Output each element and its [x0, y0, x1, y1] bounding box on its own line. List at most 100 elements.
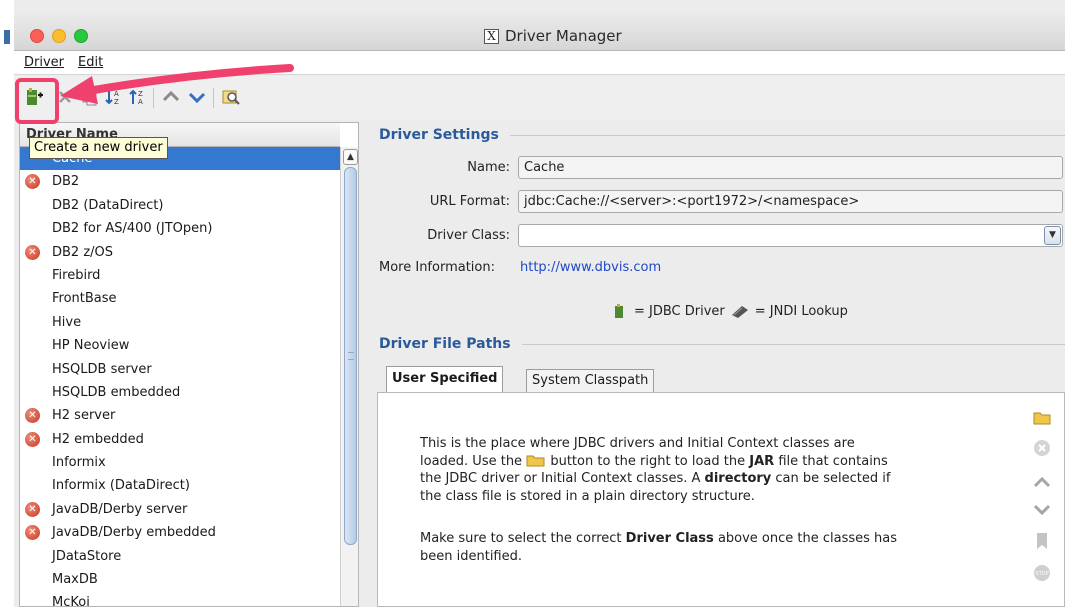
error-icon: ✕ — [25, 431, 40, 447]
zoom-window-button[interactable] — [74, 29, 88, 43]
list-item-label: HSQLDB server — [52, 361, 152, 377]
list-item[interactable]: Informix — [20, 451, 340, 474]
help-text: the JDBC driver or Initial Context class… — [420, 471, 701, 486]
driver-list: Cache✕DB2DB2 (DataDirect)DB2 for AS/400 … — [20, 147, 340, 607]
list-item-label: DB2 (DataDirect) — [52, 197, 164, 213]
more-info-label: More Information: — [379, 260, 495, 275]
annotation-highlight — [15, 78, 59, 124]
help-text: can be selected if — [775, 471, 891, 486]
scroll-up-icon[interactable]: ▲ — [343, 149, 358, 165]
help-line: Make sure to select the correct Driver C… — [420, 530, 1010, 548]
remove-icon[interactable] — [1032, 438, 1052, 458]
section-divider — [522, 344, 1065, 345]
bookmark-icon[interactable] — [1032, 531, 1052, 551]
jdbc-legend-text: = JDBC Driver — [634, 303, 725, 319]
tab-user-specified[interactable]: User Specified — [386, 366, 504, 393]
list-item[interactable]: DB2 for AS/400 (JTOpen) — [20, 217, 340, 240]
driver-type-legend: = JDBC Driver = JNDI Lookup — [613, 303, 848, 319]
help-line: been identified. — [420, 548, 523, 564]
list-item[interactable]: DB2 (DataDirect) — [20, 194, 340, 217]
list-item[interactable]: ✕ DB2 z/OS — [20, 241, 340, 264]
list-item[interactable]: ✕ H2 embedded — [20, 428, 340, 451]
list-item-label: McKoi — [52, 595, 90, 607]
section-divider — [510, 135, 1065, 136]
user-specified-content: This is the place where JDBC drivers and… — [377, 392, 1065, 607]
error-icon: ✕ — [25, 525, 40, 541]
list-item-label: MaxDB — [52, 572, 98, 588]
svg-text:STOP: STOP — [1035, 571, 1048, 577]
background-window-marker — [4, 30, 10, 44]
help-text: button to the right to load the — [550, 453, 746, 469]
help-text: loaded. Use the — [420, 453, 523, 469]
jdbc-driver-icon — [615, 304, 623, 318]
list-item-label: JavaDB/Derby server — [52, 501, 188, 517]
list-item-label: Informix (DataDirect) — [52, 478, 190, 494]
help-emphasis: directory — [704, 471, 772, 486]
list-item[interactable]: ✕ JavaDB/Derby embedded — [20, 521, 340, 544]
open-folder-icon[interactable] — [1032, 407, 1052, 427]
list-item-label: H2 server — [52, 408, 116, 424]
list-item[interactable]: HSQLDB server — [20, 358, 340, 381]
scroll-thumb-grip — [348, 352, 354, 360]
list-item-label: DB2 for AS/400 (JTOpen) — [52, 221, 213, 237]
list-item[interactable]: ✕ H2 server — [20, 404, 340, 427]
driver-manager-window: X Driver Manager Driver Edit AZ ZA Drive… — [0, 0, 1065, 607]
list-item[interactable]: MaxDB — [20, 568, 340, 591]
help-text: file that contains — [778, 453, 888, 469]
window-title: X Driver Manager — [484, 27, 622, 45]
help-line: the class file is stored in a plain dire… — [420, 488, 755, 504]
list-item-label: H2 embedded — [52, 431, 144, 447]
error-icon: ✕ — [25, 408, 40, 424]
name-field[interactable]: Cache — [518, 156, 1063, 179]
url-format-label: URL Format: — [429, 194, 510, 209]
list-item[interactable]: Firebird — [20, 264, 340, 287]
window-title-text: Driver Manager — [505, 27, 622, 45]
driver-list-panel: Driver Name Cache✕DB2DB2 (DataDirect)DB2… — [19, 122, 359, 607]
background-window-edge — [0, 0, 14, 607]
tab-system-classpath[interactable]: System Classpath — [526, 369, 655, 392]
scroll-thumb[interactable] — [344, 167, 357, 545]
move-up-icon[interactable] — [1032, 472, 1052, 492]
title-bar: X Driver Manager — [14, 13, 1065, 51]
list-item-label: FrontBase — [52, 291, 117, 307]
help-text: above once the classes has — [717, 531, 898, 546]
help-line: the JDBC driver or Initial Context class… — [420, 470, 1010, 488]
chevron-down-icon[interactable]: ▼ — [1044, 226, 1061, 245]
help-emphasis: Driver Class — [625, 531, 714, 546]
driver-class-select[interactable]: ▼ — [518, 224, 1063, 247]
list-item-label: HP Neoview — [52, 338, 130, 354]
driver-list-scrollbar[interactable]: ▲ — [340, 147, 358, 606]
jndi-legend-text: = JNDI Lookup — [754, 303, 848, 319]
list-item[interactable]: JDataStore — [20, 545, 340, 568]
help-emphasis: JAR — [749, 453, 775, 469]
list-item[interactable]: McKoi — [20, 591, 340, 607]
list-item[interactable]: HSQLDB embedded — [20, 381, 340, 404]
driver-settings-title: Driver Settings — [379, 127, 505, 143]
url-format-field[interactable]: jdbc:Cache://<server>:<port1972>/<namesp… — [518, 190, 1063, 213]
list-item[interactable]: Hive — [20, 311, 340, 334]
error-icon: ✕ — [25, 501, 40, 517]
name-label: Name: — [467, 160, 510, 175]
help-paragraph-1: This is the place where JDBC drivers and… — [420, 435, 1010, 505]
open-folder-icon — [526, 455, 545, 466]
minimize-window-button[interactable] — [52, 29, 66, 43]
list-item[interactable]: ✕ JavaDB/Derby server — [20, 498, 340, 521]
list-item-label: DB2 z/OS — [52, 244, 114, 260]
list-item[interactable]: HP Neoview — [20, 334, 340, 357]
list-item-label: DB2 — [52, 174, 80, 190]
list-item-label: Firebird — [52, 267, 101, 283]
help-line: This is the place where JDBC drivers and… — [420, 436, 855, 451]
list-item[interactable]: Informix (DataDirect) — [20, 474, 340, 497]
list-item[interactable]: ✕ DB2 — [20, 170, 340, 193]
x11-icon: X — [484, 28, 499, 44]
stop-icon[interactable]: STOP — [1032, 563, 1052, 583]
list-item-label: Hive — [52, 314, 82, 330]
move-down-icon[interactable] — [1032, 500, 1052, 520]
list-item[interactable]: FrontBase — [20, 287, 340, 310]
help-text: Make sure to select the correct — [420, 531, 622, 546]
driver-file-paths-title: Driver File Paths — [379, 336, 517, 352]
error-icon: ✕ — [25, 174, 40, 190]
close-window-button[interactable] — [30, 29, 44, 43]
list-item-label: JDataStore — [52, 548, 122, 564]
more-info-link[interactable]: http://www.dbvis.com — [520, 260, 661, 275]
